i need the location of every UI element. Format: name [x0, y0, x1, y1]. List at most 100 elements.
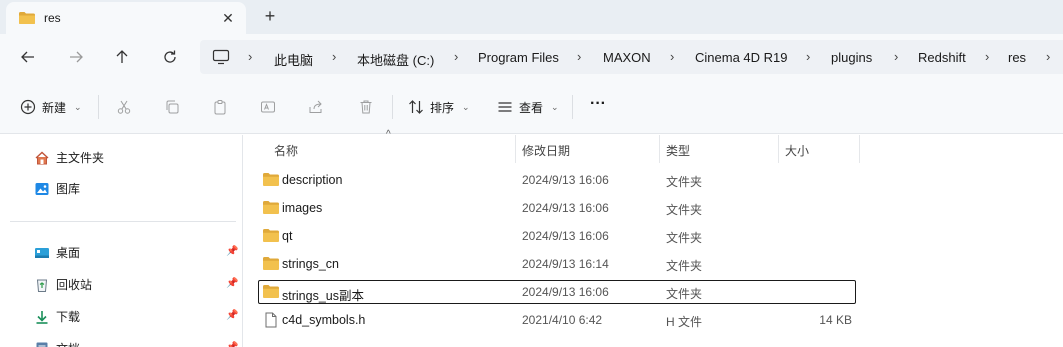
divider [392, 95, 393, 119]
back-button[interactable] [14, 44, 42, 70]
divider [572, 95, 573, 119]
sidebar-item-label: 图库 [56, 182, 81, 196]
share-icon [309, 100, 322, 113]
sidebar-item-gallery[interactable]: 图库 [34, 180, 80, 197]
chevron-down-icon: ⌄ [462, 101, 470, 112]
breadcrumb-separator: › [1046, 49, 1051, 64]
file-row[interactable]: images 2024/9/13 16:06 文件夹 [258, 196, 856, 220]
cut-button[interactable] [116, 97, 132, 117]
file-date: 2021/4/10 6:42 [522, 313, 603, 327]
chevron-down-icon: ⌄ [74, 101, 82, 112]
pin-icon[interactable]: 📌 [226, 278, 238, 289]
documents-icon [36, 342, 48, 347]
gallery-icon [35, 182, 49, 195]
breadcrumb-item[interactable]: Cinema 4D R19 [695, 50, 788, 65]
column-header-date[interactable]: 修改日期 [516, 135, 660, 163]
recycle-bin-icon [36, 279, 48, 292]
breadcrumb-separator: › [248, 49, 253, 64]
sort-button-label: 排序 [430, 100, 455, 115]
breadcrumb-separator: › [985, 49, 990, 64]
file-name: images [282, 201, 323, 215]
view-button-label: 查看 [519, 100, 544, 115]
sidebar-item-downloads[interactable]: 下载 [34, 308, 80, 325]
breadcrumb-item[interactable]: MAXON [603, 50, 651, 65]
delete-button[interactable] [358, 97, 374, 117]
forward-arrow-icon [70, 51, 83, 63]
sidebar-item-documents[interactable]: 文档 [34, 340, 80, 347]
folder-icon [262, 172, 280, 190]
new-button[interactable]: 新建 ⌄ [20, 97, 82, 117]
view-button[interactable]: 查看 ⌄ [497, 97, 559, 117]
pin-icon[interactable]: 📌 [226, 310, 238, 321]
file-row[interactable]: description 2024/9/13 16:06 文件夹 [258, 168, 856, 192]
file-row[interactable]: qt 2024/9/13 16:06 文件夹 [258, 224, 856, 248]
column-header-size[interactable]: 大小 [779, 135, 860, 163]
folder-icon [262, 200, 280, 218]
share-button[interactable] [308, 97, 324, 117]
file-date: 2024/9/13 16:06 [522, 201, 609, 215]
breadcrumb-item[interactable]: Redshift [918, 50, 966, 65]
file-name: qt [282, 229, 293, 243]
file-icon [262, 312, 280, 331]
sidebar-item-home[interactable]: 主文件夹 [34, 149, 104, 166]
sidebar-item-recycle-bin[interactable]: 回收站 [34, 276, 92, 293]
breadcrumb-item[interactable]: 本地磁盘 (C:) [357, 50, 434, 69]
breadcrumb-separator: › [806, 49, 811, 64]
file-type: 文件夹 [666, 231, 703, 245]
pin-icon[interactable]: 📌 [226, 342, 238, 347]
sidebar-item-desktop[interactable]: 桌面 [34, 244, 80, 261]
file-type: H 文件 [666, 315, 703, 329]
new-button-label: 新建 [42, 100, 67, 115]
sort-button[interactable]: 排序 ⌄ [408, 97, 470, 117]
column-header-type[interactable]: 类型 [660, 135, 779, 163]
breadcrumb-item-current[interactable]: res [1008, 50, 1026, 65]
copy-button[interactable] [164, 97, 180, 117]
file-type: 文件夹 [666, 203, 703, 217]
file-name: description [282, 173, 343, 187]
refresh-icon [164, 50, 176, 63]
file-date: 2024/9/13 16:06 [522, 173, 609, 187]
up-button[interactable] [108, 44, 136, 70]
tab-res[interactable]: res ✕ [6, 2, 246, 34]
plus-circle-icon [20, 99, 36, 115]
file-row[interactable]: c4d_symbols.h 2021/4/10 6:42 H 文件 14 KB [258, 308, 856, 332]
breadcrumb-separator: › [332, 49, 337, 64]
sidebar-item-label: 下载 [56, 310, 81, 324]
column-header-name[interactable]: 名称 [268, 135, 516, 163]
file-size: 14 KB [819, 313, 852, 327]
file-type: 文件夹 [666, 175, 703, 189]
divider [98, 95, 99, 119]
rename-button[interactable] [260, 97, 276, 117]
file-row-selected[interactable]: strings_us副本 2024/9/13 16:06 文件夹 [258, 280, 856, 304]
navigation-bar: › 此电脑 › 本地磁盘 (C:) › Program Files › MAXO… [0, 34, 1063, 80]
file-type: 文件夹 [666, 259, 703, 273]
view-list-icon [498, 102, 512, 112]
sort-icon [409, 100, 423, 114]
download-icon [36, 310, 48, 324]
new-tab-button[interactable]: + [258, 5, 282, 27]
paste-button[interactable] [212, 97, 228, 117]
forward-button[interactable] [62, 44, 90, 70]
breadcrumb-item[interactable]: plugins [831, 50, 872, 65]
pin-icon[interactable]: 📌 [226, 246, 238, 257]
desktop-icon [35, 247, 49, 258]
close-icon[interactable]: ✕ [218, 8, 238, 28]
address-bar[interactable]: › 此电脑 › 本地磁盘 (C:) › Program Files › MAXO… [200, 40, 1063, 74]
file-date: 2024/9/13 16:14 [522, 257, 609, 271]
file-name: strings_us副本 [282, 289, 364, 303]
breadcrumb-separator: › [670, 49, 675, 64]
sidebar-item-label: 主文件夹 [56, 151, 105, 165]
chevron-down-icon: ⌄ [551, 101, 559, 112]
refresh-button[interactable] [156, 44, 184, 70]
sidebar-item-label: 桌面 [56, 246, 81, 260]
file-date: 2024/9/13 16:06 [522, 285, 609, 299]
file-type: 文件夹 [666, 287, 703, 301]
breadcrumb-item[interactable]: 此电脑 [274, 50, 313, 69]
more-options-button[interactable]: ··· [590, 94, 606, 114]
navigation-pane: 主文件夹 图库 桌面 📌 回收站 📌 下载 📌 文档 📌 [0, 135, 243, 347]
breadcrumb-item[interactable]: Program Files [478, 50, 559, 65]
tab-strip: res ✕ + [0, 0, 1063, 34]
trash-icon [360, 100, 372, 114]
computer-icon [212, 49, 230, 68]
file-row[interactable]: strings_cn 2024/9/13 16:14 文件夹 [258, 252, 856, 276]
